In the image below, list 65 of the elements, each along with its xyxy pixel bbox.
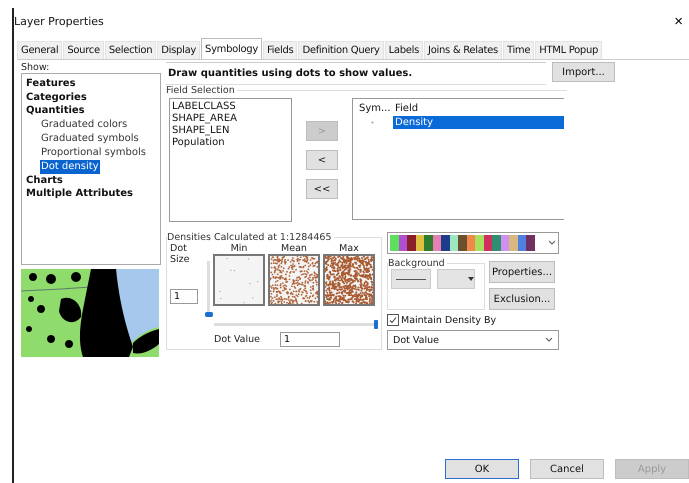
fill-color-button[interactable] <box>437 269 475 289</box>
window-title: Layer Properties <box>14 14 104 28</box>
tree-item[interactable]: Dot density <box>40 160 100 174</box>
density-dropdown[interactable]: Dot Value <box>387 330 559 350</box>
properties-button[interactable]: Properties... <box>489 261 555 283</box>
description-text: Draw quantities using dots to show values. <box>166 62 546 85</box>
move-button[interactable]: < <box>306 150 338 170</box>
slider-thumb[interactable] <box>374 320 378 329</box>
dot-size-slider[interactable] <box>207 261 210 317</box>
exclusion-button[interactable]: Exclusion... <box>489 288 555 310</box>
tab[interactable]: Joins & Relates <box>424 41 502 59</box>
checkbox-label: Maintain Density By <box>401 314 496 326</box>
slider-thumb[interactable] <box>205 312 213 317</box>
tab[interactable]: Source <box>63 41 104 59</box>
tree-item[interactable]: Categories <box>26 90 87 104</box>
dropdown-arrow-icon <box>468 277 474 281</box>
tab[interactable]: General <box>17 41 62 59</box>
group-title: Field Selection <box>166 85 236 96</box>
tab[interactable]: Time <box>502 41 534 59</box>
dialog-button[interactable]: OK <box>445 459 519 479</box>
tree-item[interactable]: Graduated symbols <box>40 132 140 146</box>
group-title: Background <box>388 258 446 269</box>
dialog-button[interactable]: Cancel <box>530 459 604 479</box>
dot-value-label: Dot Value <box>214 334 260 345</box>
field-item[interactable]: SHAPE_AREA <box>172 113 289 125</box>
dot-symbol-icon <box>371 121 374 124</box>
preview-label: Mean <box>281 243 307 254</box>
dot-preview-drawing <box>325 256 373 304</box>
dot-preview-drawing <box>270 256 318 304</box>
tab[interactable]: Definition Query <box>298 41 384 59</box>
checkbox[interactable] <box>387 314 399 326</box>
tree-item[interactable]: Multiple Attributes <box>26 187 134 200</box>
tab[interactable]: Symbology <box>201 38 262 59</box>
caret-icon <box>545 337 553 343</box>
tab[interactable]: Selection <box>104 41 156 59</box>
color-ramp-dropdown[interactable] <box>387 232 559 254</box>
tree-item[interactable]: Features <box>26 77 76 90</box>
dot-size-field[interactable]: 1 <box>170 289 198 304</box>
outline-symbol-button[interactable] <box>391 269 431 289</box>
column-header[interactable]: Sym... <box>357 103 393 114</box>
field-item[interactable]: LABELCLASS <box>172 101 289 113</box>
column-header[interactable]: Field <box>393 103 564 114</box>
field-item[interactable]: Population <box>172 137 289 149</box>
tree-item[interactable]: Charts <box>26 174 63 187</box>
tab[interactable]: HTML Popup <box>535 41 602 59</box>
dot-value-slider[interactable] <box>214 323 378 326</box>
close-button[interactable]: × <box>672 14 685 28</box>
line-symbol-icon <box>396 278 426 280</box>
tab[interactable]: Fields <box>262 41 298 59</box>
dot-size-label: Dot Size <box>170 243 191 265</box>
preview-label: Max <box>339 243 359 254</box>
caret-icon <box>548 240 556 246</box>
tab[interactable]: Display <box>157 41 200 59</box>
tab[interactable]: Labels <box>384 41 424 59</box>
group-title: Densities Calculated at 1:1284465 <box>167 232 332 243</box>
import-button[interactable]: Import... <box>552 62 615 82</box>
tree-item[interactable]: Proportional symbols <box>40 146 148 160</box>
tree-item[interactable]: Quantities <box>26 104 85 118</box>
show-label: Show: <box>21 62 50 73</box>
preview-label: Min <box>230 243 248 254</box>
dot-value-field[interactable]: 1 <box>280 332 340 347</box>
tree-item[interactable]: Graduated colors <box>40 118 128 132</box>
move-button[interactable]: << <box>306 179 338 199</box>
field-item[interactable]: SHAPE_LEN <box>172 125 289 137</box>
table-cell[interactable]: Density <box>393 116 564 129</box>
